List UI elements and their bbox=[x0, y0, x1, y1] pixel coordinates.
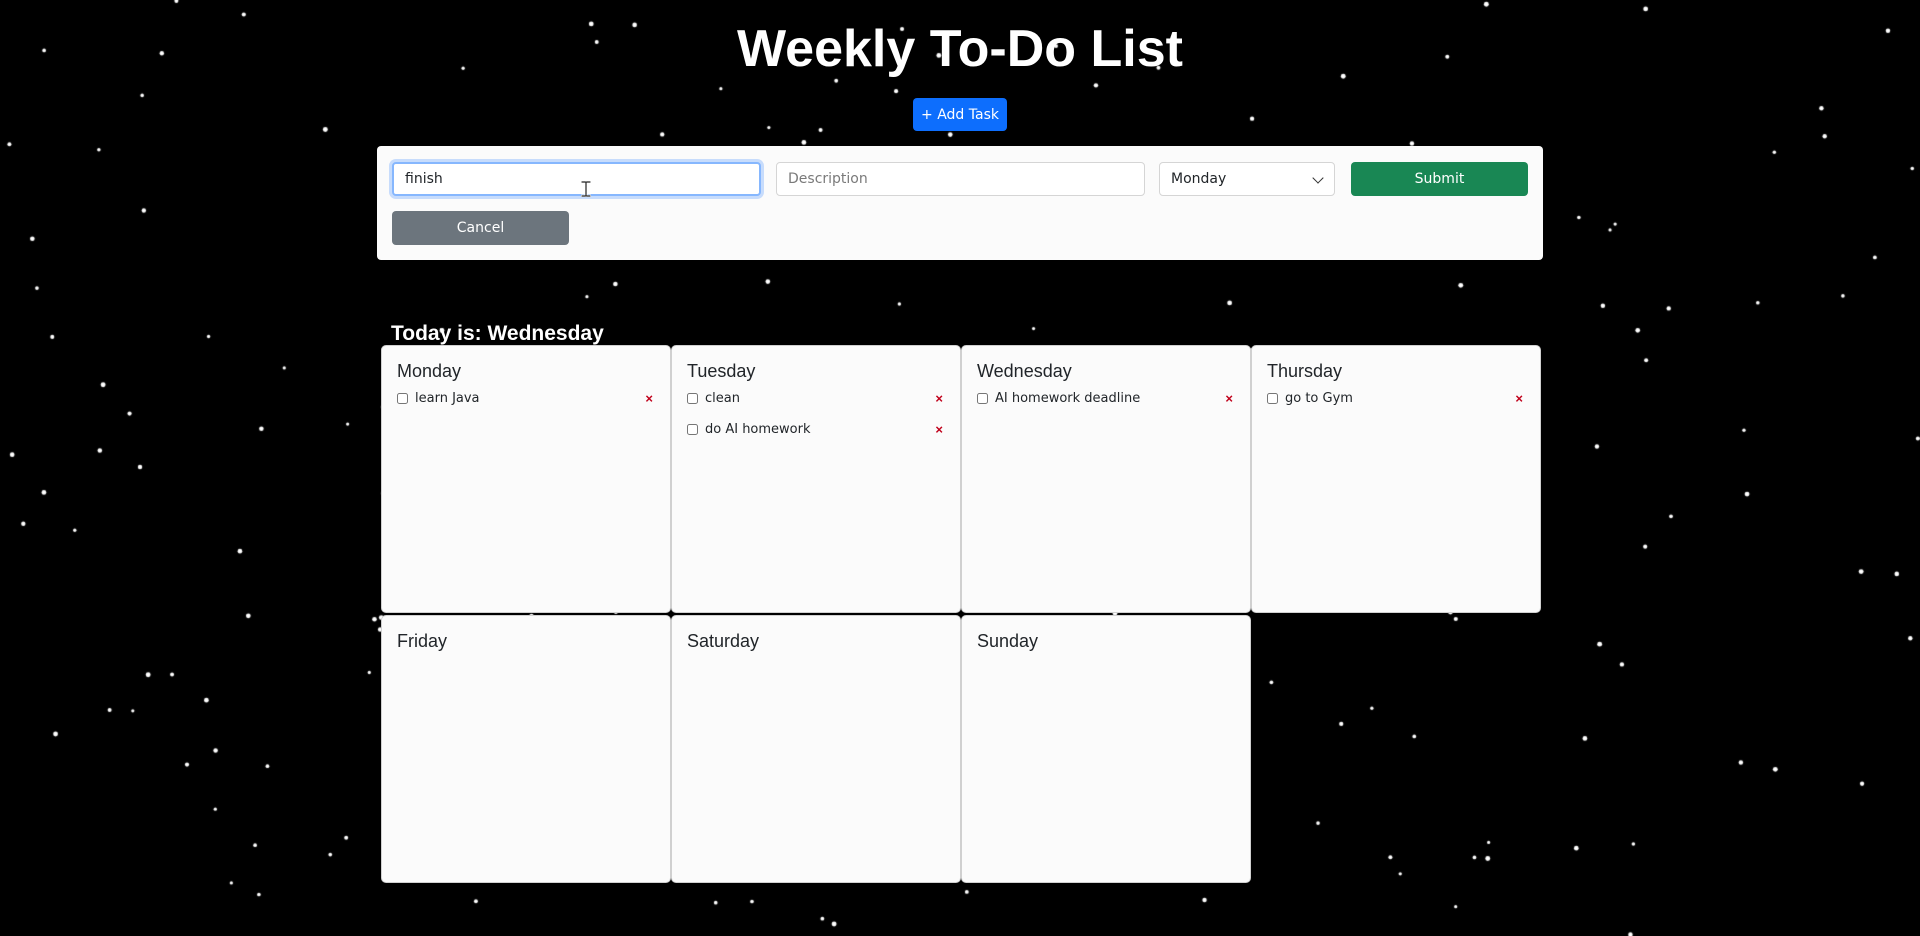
task-list: clean × do AI homework × bbox=[687, 390, 945, 452]
day-name: Wednesday bbox=[977, 361, 1072, 381]
day-name: Monday bbox=[397, 361, 462, 381]
chevron-down-icon bbox=[1312, 172, 1324, 184]
day-name: Thursday bbox=[1267, 361, 1343, 381]
task-list: AI homework deadline × bbox=[977, 390, 1235, 421]
task-list: learn Java × bbox=[397, 390, 655, 421]
task-item: go to Gym × bbox=[1267, 390, 1525, 421]
delete-task-button[interactable]: × bbox=[935, 421, 943, 438]
close-icon: × bbox=[935, 391, 943, 406]
todo-app: Weekly To-Do List + Add Task Monday Subm… bbox=[0, 0, 1920, 936]
day-card-saturday: Saturday bbox=[671, 615, 961, 883]
task-text: learn Java bbox=[415, 391, 480, 406]
delete-task-button[interactable]: × bbox=[1515, 390, 1523, 407]
task-checkbox[interactable] bbox=[687, 424, 698, 435]
page-title: Weekly To-Do List bbox=[737, 20, 1183, 78]
task-item: AI homework deadline × bbox=[977, 390, 1235, 421]
task-checkbox[interactable] bbox=[977, 393, 988, 404]
close-icon: × bbox=[935, 422, 943, 437]
day-select[interactable]: Monday bbox=[1159, 162, 1335, 196]
delete-task-button[interactable]: × bbox=[645, 390, 653, 407]
day-card-friday: Friday bbox=[381, 615, 671, 883]
cancel-button[interactable]: Cancel bbox=[392, 211, 569, 245]
submit-button[interactable]: Submit bbox=[1351, 162, 1528, 196]
day-card-tuesday: Tuesday clean × do AI homework × bbox=[671, 345, 961, 613]
task-text: go to Gym bbox=[1285, 391, 1353, 406]
day-card-sunday: Sunday bbox=[961, 615, 1251, 883]
task-item: clean × bbox=[687, 390, 945, 421]
task-checkbox[interactable] bbox=[397, 393, 408, 404]
delete-task-button[interactable]: × bbox=[935, 390, 943, 407]
day-select-value: Monday bbox=[1171, 171, 1227, 187]
day-name: Tuesday bbox=[687, 361, 756, 381]
day-name: Sunday bbox=[977, 631, 1039, 651]
task-checkbox[interactable] bbox=[1267, 393, 1278, 404]
close-icon: × bbox=[1225, 391, 1233, 406]
day-card-wednesday: Wednesday AI homework deadline × bbox=[961, 345, 1251, 613]
task-checkbox[interactable] bbox=[687, 393, 698, 404]
task-description-input[interactable] bbox=[776, 162, 1145, 196]
task-text: clean bbox=[705, 391, 740, 406]
add-task-button[interactable]: + Add Task bbox=[913, 98, 1007, 131]
task-list: go to Gym × bbox=[1267, 390, 1525, 421]
day-card-thursday: Thursday go to Gym × bbox=[1251, 345, 1541, 613]
task-item: learn Java × bbox=[397, 390, 655, 421]
close-icon: × bbox=[1515, 391, 1523, 406]
task-item: do AI homework × bbox=[687, 421, 945, 452]
day-card-monday: Monday learn Java × bbox=[381, 345, 671, 613]
close-icon: × bbox=[645, 391, 653, 406]
day-name: Friday bbox=[397, 631, 448, 651]
task-title-input[interactable] bbox=[392, 162, 761, 196]
task-form: Monday Submit Cancel bbox=[377, 146, 1543, 260]
delete-task-button[interactable]: × bbox=[1225, 390, 1233, 407]
day-name: Saturday bbox=[687, 631, 760, 651]
task-text: AI homework deadline bbox=[995, 391, 1141, 406]
task-text: do AI homework bbox=[705, 422, 811, 437]
